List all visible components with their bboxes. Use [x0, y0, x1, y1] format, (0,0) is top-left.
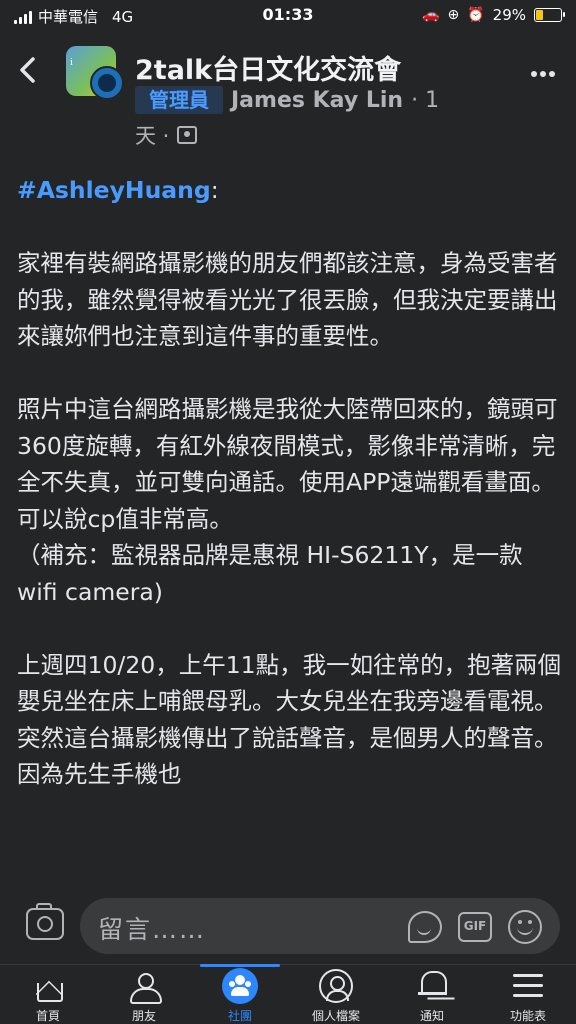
tab-profile[interactable]: 個人檔案 — [288, 965, 384, 1024]
back-button[interactable] — [18, 56, 36, 90]
emoji-icon[interactable] — [508, 910, 542, 944]
bottom-tab-bar: 首頁 朋友 社團 個人檔案 通知 功能表 — [0, 964, 576, 1024]
home-icon — [33, 971, 63, 1002]
admin-badge: 管理員 — [135, 86, 223, 114]
tab-label: 功能表 — [509, 1009, 546, 1023]
tab-label: 通知 — [419, 1009, 444, 1023]
post-meta: 管理員 James Kay Lin · 1 — [135, 86, 439, 114]
battery-fill — [536, 10, 543, 20]
tab-home[interactable]: 首頁 — [0, 965, 96, 1024]
car-icon: 🚗 — [422, 7, 440, 23]
gif-icon[interactable]: GIF — [458, 912, 492, 942]
hashtag-link[interactable]: #AshleyHuang — [17, 176, 211, 204]
tab-label: 朋友 — [131, 1009, 156, 1023]
lock-rotation-icon: ⊕ — [447, 7, 460, 23]
tab-label: 社團 — [227, 1009, 252, 1023]
friends-icon — [127, 971, 162, 1004]
alarm-icon: ⏰ — [467, 7, 485, 23]
tab-label: 首頁 — [35, 1009, 60, 1023]
profile-icon — [319, 969, 353, 1003]
time-ago-part2: 天 · — [135, 124, 170, 148]
author-avatar[interactable] — [90, 66, 124, 100]
group-privacy-icon — [177, 126, 198, 144]
author-name[interactable]: James Kay Lin — [231, 88, 403, 113]
comment-input[interactable]: 留言…… GIF — [80, 898, 560, 954]
battery-icon — [534, 8, 565, 22]
bell-icon — [418, 969, 447, 1001]
tab-groups[interactable]: 社團 — [192, 964, 288, 1024]
post-header: i 2talk台日文化交流會 管理員 James Kay Lin · 1 天 · — [0, 40, 576, 150]
post-body: #AshleyHuang: 家裡有裝網路攝影機的朋友們都該注意，身為受害者的我，… — [17, 172, 562, 793]
sticker-icon[interactable] — [408, 911, 442, 943]
tab-label: 個人檔案 — [311, 1009, 360, 1023]
comment-placeholder: 留言…… — [98, 915, 207, 944]
time-ago-part1: · 1 — [411, 87, 440, 113]
chevron-left-icon — [20, 57, 35, 83]
post-paragraph-1: 家裡有裝網路攝影機的朋友們都該注意，身為受害者的我，雖然覺得被看光光了很丟臉，但… — [17, 249, 558, 350]
camera-icon[interactable] — [26, 903, 64, 940]
group-name[interactable]: 2talk台日文化交流會 — [135, 48, 401, 87]
post-meta-line2: 天 · — [135, 120, 198, 150]
comment-bar: 留言…… GIF — [0, 888, 576, 964]
menu-icon — [513, 974, 543, 998]
hashtag-suffix: : — [210, 176, 219, 204]
battery-percent: 29% — [492, 6, 526, 24]
post-paragraph-2b: （補充：監視器品牌是惠視 HI-S6211Y，是一款 wifi camera) — [17, 541, 523, 606]
status-right: 🚗 ⊕ ⏰ 29% — [422, 6, 565, 24]
group-avatar-logo: i — [70, 58, 73, 68]
status-bar: 中華電信 4G 01:33 🚗 ⊕ ⏰ 29% — [0, 0, 576, 30]
tab-menu[interactable]: 功能表 — [480, 965, 576, 1024]
more-options-button[interactable] — [530, 60, 556, 80]
post-paragraph-3: 上週四10/20，上午11點，我一如往常的，抱著兩個嬰兒坐在床上哺餵母乳。大女兒… — [17, 650, 562, 789]
hashtag-line: #AshleyHuang: — [17, 172, 562, 209]
more-horizontal-icon — [531, 71, 555, 77]
post-paragraph-2: 照片中這台網路攝影機是我從大陸帶回來的，鏡頭可360度旋轉，有紅外線夜間模式，影… — [17, 395, 558, 533]
tab-notifications[interactable]: 通知 — [384, 965, 480, 1024]
groups-icon — [222, 968, 258, 1004]
tab-friends[interactable]: 朋友 — [96, 965, 192, 1024]
